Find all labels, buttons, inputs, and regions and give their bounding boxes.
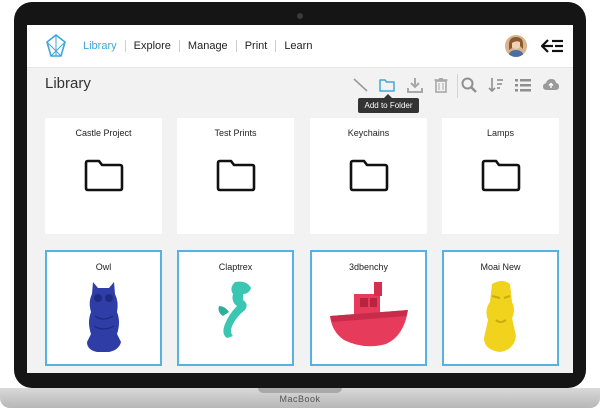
nav-library[interactable]: Library — [75, 40, 126, 52]
list-view-icon[interactable] — [514, 76, 532, 94]
model-name: Moai New — [480, 262, 521, 272]
library-titlebar: Library — [27, 68, 573, 104]
cloud-upload-icon[interactable] — [542, 76, 560, 94]
top-navbar: Library Explore Manage Print Learn — [27, 25, 573, 68]
sort-icon[interactable] — [487, 76, 505, 94]
device-label: MacBook — [279, 394, 321, 404]
folder-name: Lamps — [486, 128, 514, 138]
camera — [297, 13, 303, 19]
model-card[interactable]: Claptrex — [177, 250, 294, 366]
folder-name: Keychains — [347, 128, 390, 138]
model-name: 3dbenchy — [348, 262, 389, 272]
folder-name: Castle Project — [75, 128, 132, 138]
folder-icon — [84, 159, 124, 192]
model-card[interactable]: 3dbenchy — [310, 250, 427, 366]
user-avatar[interactable] — [505, 35, 527, 57]
owl-model-thumbnail — [87, 282, 121, 352]
folder-card[interactable]: Test Prints — [177, 118, 294, 234]
main-nav: Library Explore Manage Print Learn — [75, 25, 320, 67]
nav-manage[interactable]: Manage — [180, 40, 237, 52]
tooltip: Add to Folder — [358, 94, 419, 113]
folder-icon — [349, 159, 389, 192]
app-screen: Library Explore Manage Print Learn Libra… — [27, 25, 573, 373]
toolbar-divider — [457, 74, 458, 98]
model-name: Claptrex — [218, 262, 253, 272]
folder-icon — [216, 159, 256, 192]
laptop-frame: MacBook Library Explore Manage Print Lea… — [0, 0, 600, 408]
search-icon[interactable] — [460, 76, 478, 94]
trash-icon[interactable] — [432, 76, 450, 94]
add-to-folder-icon[interactable] — [378, 76, 396, 94]
laptop-notch — [258, 388, 342, 393]
collapse-menu-icon[interactable] — [541, 39, 563, 53]
nav-print[interactable]: Print — [237, 40, 277, 52]
edit-icon[interactable] — [351, 76, 369, 94]
model-card[interactable]: Moai New — [442, 250, 559, 366]
nav-learn[interactable]: Learn — [276, 40, 320, 52]
model-name: Owl — [95, 262, 112, 272]
folder-card[interactable]: Keychains — [310, 118, 427, 234]
claptrex-model-thumbnail — [218, 281, 251, 338]
folder-icon — [481, 159, 521, 192]
folder-card[interactable]: Castle Project — [45, 118, 162, 234]
3dbenchy-model-thumbnail — [330, 282, 408, 347]
avatar-image — [505, 35, 527, 57]
nav-explore[interactable]: Explore — [126, 40, 180, 52]
folder-card[interactable]: Lamps — [442, 118, 559, 234]
download-icon[interactable] — [406, 76, 424, 94]
model-card[interactable]: Owl — [45, 250, 162, 366]
page-title: Library — [45, 75, 91, 92]
folder-name: Test Prints — [214, 128, 257, 138]
app-logo-icon[interactable] — [45, 33, 67, 59]
moai-model-thumbnail — [484, 281, 516, 352]
